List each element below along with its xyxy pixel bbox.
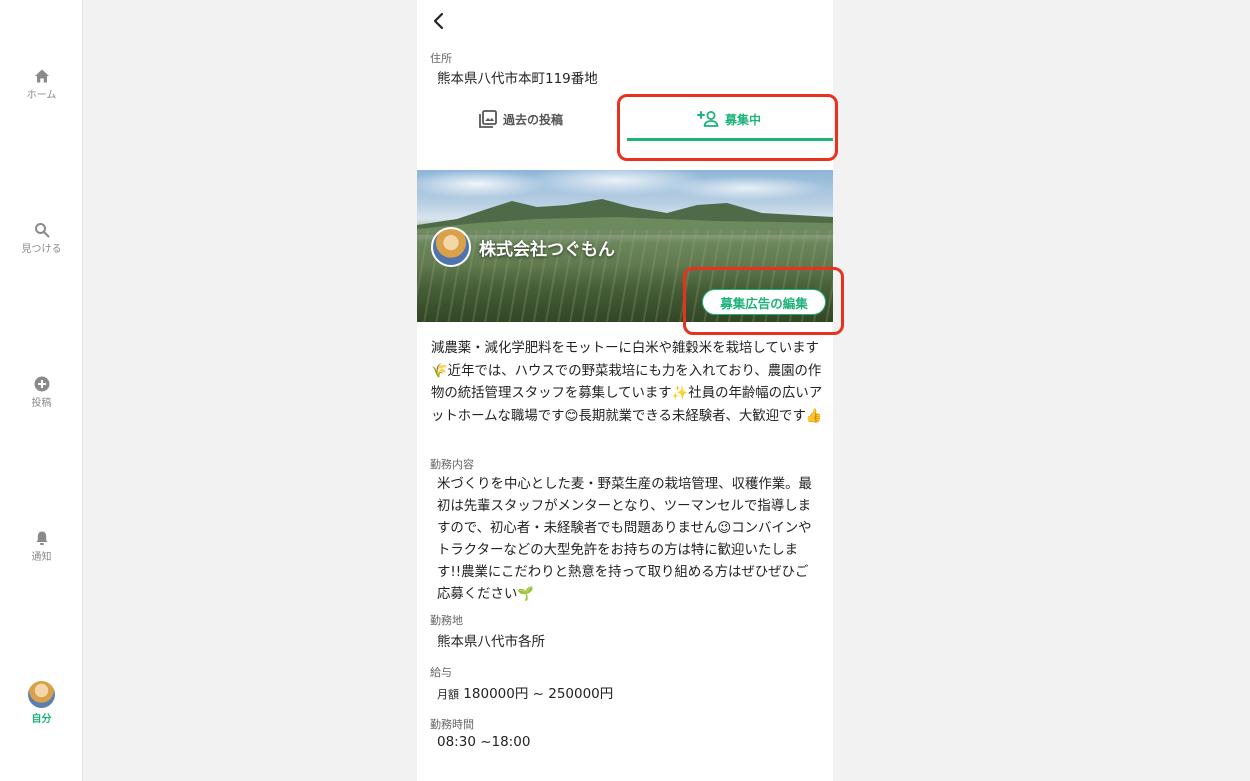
duty-value: 米づくりを中心とした麦・野菜生産の栽培管理、収穫作業。最初は先輩スタッフがメンタ… [437, 477, 812, 602]
search-icon [34, 223, 49, 238]
location-value: 熊本県八代市各所 [437, 634, 545, 650]
add-person-icon [696, 111, 719, 127]
salary-label: 給与 [430, 666, 452, 679]
salary-row: 月額 180000円 ~ 250000円 [437, 682, 613, 702]
address-label: 住所 [430, 52, 452, 65]
tab-bar: 過去の投稿 募集中 [417, 96, 833, 142]
back-arrow-icon[interactable] [429, 10, 449, 32]
nav-home-label: ホーム [26, 90, 57, 101]
side-nav: ホーム 見つける 投稿 通知 自分 [0, 0, 83, 781]
nav-post-label: 投稿 [31, 398, 52, 409]
nav-post[interactable]: 投稿 [0, 376, 83, 409]
bell-icon [36, 531, 47, 545]
profile-avatar [28, 681, 55, 708]
tab-recruiting-label: 募集中 [724, 112, 761, 127]
nav-profile[interactable]: 自分 [0, 681, 83, 725]
company-avatar[interactable] [431, 227, 471, 267]
company-name[interactable]: 株式会社つぐもん [479, 235, 615, 260]
edit-ad-button[interactable]: 募集広告の編集 [702, 289, 826, 315]
hours-value: 08:30 ~18:00 [437, 734, 531, 750]
cover-image: 株式会社つぐもん 募集広告の編集 [417, 170, 833, 322]
nav-find-label: 見つける [21, 244, 62, 255]
salary-value: 180000円 ~ 250000円 [463, 686, 614, 702]
plus-circle-icon [34, 376, 49, 392]
gallery-icon [479, 110, 497, 128]
tab-past-posts[interactable]: 過去の投稿 [417, 96, 625, 142]
tab-past-posts-label: 過去の投稿 [502, 112, 563, 127]
active-tab-indicator [627, 138, 833, 141]
company-description: 減農薬・減化学肥料をモットーに白米や雑穀米を栽培しています🌾近年では、ハウスでの… [431, 341, 823, 424]
hours-label: 勤務時間 [430, 718, 474, 731]
nav-notifications[interactable]: 通知 [0, 530, 83, 563]
nav-find[interactable]: 見つける [0, 222, 83, 255]
home-icon [34, 69, 49, 83]
recruitment-panel: 住所 熊本県八代市本町119番地 過去の投稿 募集中 株式会社つぐもん 募集広告… [417, 0, 833, 781]
cover-mountains [417, 199, 833, 235]
nav-notifications-label: 通知 [31, 552, 52, 563]
nav-home[interactable]: ホーム [0, 68, 83, 101]
nav-profile-label: 自分 [31, 714, 52, 725]
salary-type: 月額 [437, 688, 459, 701]
location-label: 勤務地 [430, 614, 463, 627]
duty-label: 勤務内容 [430, 458, 474, 471]
address-value: 熊本県八代市本町119番地 [437, 71, 598, 87]
tab-recruiting[interactable]: 募集中 [625, 96, 833, 142]
